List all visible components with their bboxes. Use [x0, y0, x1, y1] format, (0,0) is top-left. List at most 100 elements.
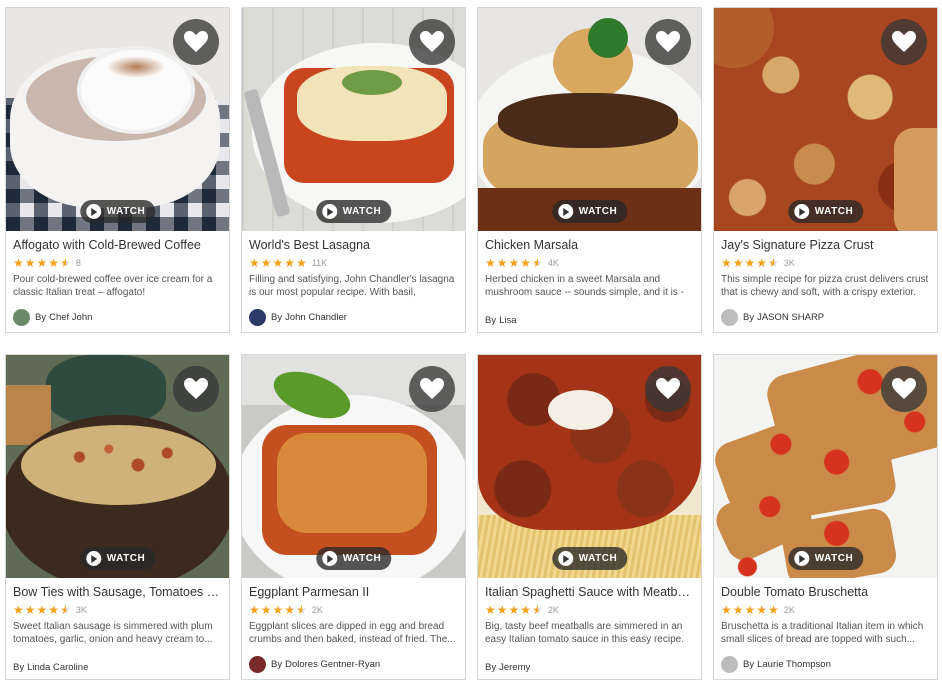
play-icon — [793, 204, 809, 219]
recipe-card[interactable]: WATCH Chicken Marsala ★ ★ ★ ★ ★ 4K Herbed ch… — [477, 7, 702, 333]
star-half-icon: ★ — [532, 603, 543, 617]
star-full-icon: ★ — [296, 256, 307, 270]
star-full-icon: ★ — [520, 603, 532, 617]
star-half-icon: ★ — [60, 603, 71, 617]
author-link[interactable]: By John Chandler — [249, 309, 347, 326]
recipe-photo[interactable]: WATCH — [714, 8, 937, 231]
author-prefix: By — [743, 312, 755, 323]
review-count: 2K — [547, 605, 559, 615]
star-full-icon: ★ — [36, 603, 48, 617]
star-full-icon: ★ — [260, 256, 272, 270]
save-heart-button[interactable] — [173, 366, 219, 412]
watch-video-button[interactable]: WATCH — [79, 547, 156, 570]
save-heart-button[interactable] — [409, 19, 455, 65]
recipe-title[interactable]: Eggplant Parmesan II — [249, 585, 458, 600]
recipe-card[interactable]: WATCH Jay's Signature Pizza Crust ★ ★ ★ ★ ★ … — [713, 7, 938, 333]
recipe-photo[interactable]: WATCH — [6, 355, 229, 578]
play-icon — [557, 204, 573, 219]
star-full-icon: ★ — [36, 256, 48, 270]
star-full-icon: ★ — [13, 256, 24, 270]
save-heart-button[interactable] — [645, 366, 691, 412]
author-link[interactable]: By Lisa — [485, 315, 517, 326]
watch-video-button[interactable]: WATCH — [315, 200, 392, 223]
recipe-card[interactable]: WATCH Affogato with Cold-Brewed Coffee ★… — [5, 7, 230, 333]
save-heart-button[interactable] — [409, 366, 455, 412]
star-full-icon: ★ — [260, 603, 272, 617]
review-count: 3K — [75, 605, 87, 615]
recipe-photo[interactable]: WATCH — [242, 355, 465, 578]
heart-icon — [184, 31, 208, 53]
author-link[interactable]: By Chef John — [13, 309, 92, 326]
recipe-photo[interactable]: WATCH — [478, 355, 701, 578]
recipe-card[interactable]: WATCH World's Best Lasagna ★ ★ ★ ★ ★ 11K Fil… — [241, 7, 466, 333]
star-full-icon: ★ — [24, 256, 36, 270]
author-link[interactable]: By Laurie Thompson — [721, 656, 831, 673]
recipe-grid: WATCH Affogato with Cold-Brewed Coffee ★… — [5, 7, 938, 680]
recipe-description: Herbed chicken in a sweet Marsala and mu… — [485, 274, 684, 298]
star-full-icon: ★ — [732, 256, 744, 270]
recipe-title[interactable]: World's Best Lasagna — [249, 238, 458, 253]
author-prefix: By — [485, 662, 497, 673]
save-heart-button[interactable] — [881, 366, 927, 412]
watch-label: WATCH — [814, 206, 854, 217]
author-name: Lisa — [499, 315, 517, 326]
watch-video-button[interactable]: WATCH — [787, 200, 864, 223]
review-count: 2K — [311, 605, 323, 615]
recipe-card[interactable]: WATCH Eggplant Parmesan II ★ ★ ★ ★ ★ 2K Eggp… — [241, 354, 466, 680]
watch-video-button[interactable]: WATCH — [551, 547, 628, 570]
author-name: Laurie Thompson — [757, 659, 831, 670]
star-full-icon: ★ — [732, 603, 744, 617]
star-full-icon: ★ — [272, 603, 284, 617]
star-full-icon: ★ — [249, 256, 260, 270]
author-prefix: By — [743, 659, 755, 670]
avatar — [249, 309, 266, 326]
recipe-photo[interactable]: WATCH — [478, 8, 701, 231]
recipe-title[interactable]: Italian Spaghetti Sauce with Meatballs — [485, 585, 694, 600]
review-count: 11K — [311, 258, 328, 268]
recipe-card[interactable]: WATCH Bow Ties with Sausage, Tomatoes an… — [5, 354, 230, 680]
recipe-title[interactable]: Chicken Marsala — [485, 238, 694, 253]
recipe-title[interactable]: Double Tomato Bruschetta — [721, 585, 930, 600]
recipe-description: Filling and satisfying, John Chandler's … — [249, 274, 455, 298]
watch-video-button[interactable]: WATCH — [79, 200, 156, 223]
watch-video-button[interactable]: WATCH — [551, 200, 628, 223]
avatar — [13, 309, 30, 326]
author-link[interactable]: By Linda Caroline — [13, 662, 88, 673]
author-link[interactable]: By Dolores Gentner-Ryan — [249, 656, 380, 673]
author-link[interactable]: By JASON SHARP — [721, 309, 824, 326]
star-full-icon: ★ — [744, 256, 756, 270]
star-half-icon: ★ — [296, 603, 307, 617]
author-prefix: By — [13, 662, 25, 673]
recipe-title[interactable]: Affogato with Cold-Brewed Coffee — [13, 238, 222, 253]
watch-label: WATCH — [106, 553, 146, 564]
recipe-photo[interactable]: WATCH — [714, 355, 937, 578]
star-full-icon: ★ — [756, 603, 768, 617]
star-full-icon: ★ — [508, 256, 520, 270]
save-heart-button[interactable] — [645, 19, 691, 65]
star-full-icon: ★ — [508, 603, 520, 617]
recipe-card[interactable]: WATCH Double Tomato Bruschetta ★ ★ ★ ★ ★ 2K … — [713, 354, 938, 680]
author-name: Jeremy — [499, 662, 531, 673]
save-heart-button[interactable] — [173, 19, 219, 65]
recipe-description: Sweet Italian sausage is simmered with p… — [13, 621, 213, 645]
star-full-icon: ★ — [48, 603, 60, 617]
author-link[interactable]: By Jeremy — [485, 662, 530, 673]
rating-stars: ★ ★ ★ ★ ★ 8 — [13, 257, 222, 269]
recipe-photo[interactable]: WATCH — [242, 8, 465, 231]
recipe-title[interactable]: Jay's Signature Pizza Crust — [721, 238, 930, 253]
watch-video-button[interactable]: WATCH — [787, 547, 864, 570]
recipe-photo[interactable]: WATCH — [6, 8, 229, 231]
review-count: 2K — [783, 605, 795, 615]
save-heart-button[interactable] — [881, 19, 927, 65]
recipe-description: Pour cold-brewed coffee over ice cream f… — [13, 274, 213, 298]
avatar — [721, 309, 738, 326]
recipe-card[interactable]: WATCH Italian Spaghetti Sauce with Meatb… — [477, 354, 702, 680]
watch-video-button[interactable]: WATCH — [315, 547, 392, 570]
recipe-title[interactable]: Bow Ties with Sausage, Tomatoes and Crea… — [13, 585, 222, 600]
avatar — [249, 656, 266, 673]
author-prefix: By — [35, 312, 47, 323]
author-prefix: By — [271, 659, 283, 670]
heart-icon — [656, 378, 680, 400]
recipe-description: This simple recipe for pizza crust deliv… — [721, 274, 929, 298]
heart-icon — [420, 31, 444, 53]
